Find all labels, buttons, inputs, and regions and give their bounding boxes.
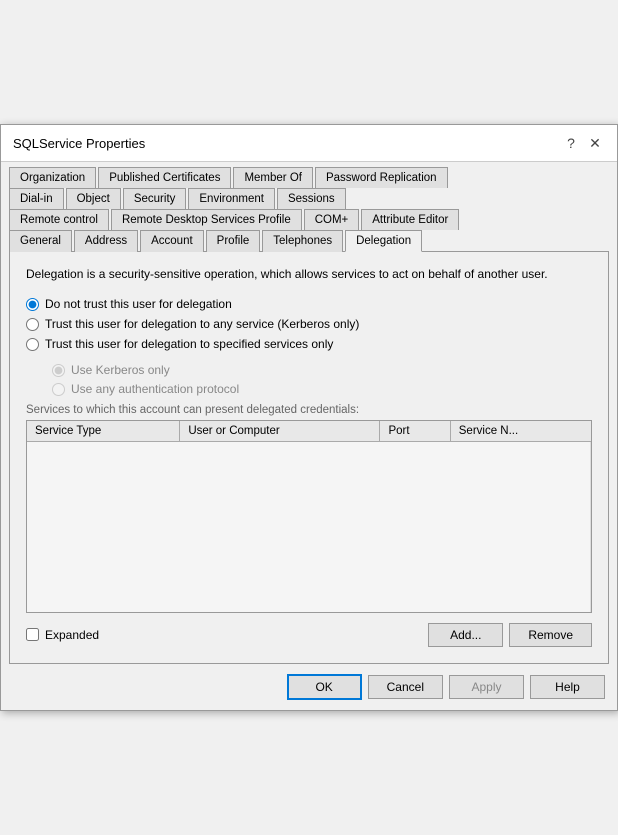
- tab-password-replication[interactable]: Password Replication: [315, 167, 448, 188]
- tab-dial-in[interactable]: Dial-in: [9, 188, 64, 209]
- tab-sessions[interactable]: Sessions: [277, 188, 346, 209]
- dialog-footer: OK Cancel Apply Help: [1, 664, 617, 710]
- radio-trust-specified-label: Trust this user for delegation to specif…: [45, 337, 333, 351]
- title-bar: SQLService Properties ? ✕: [1, 125, 617, 162]
- radio-any-auth-input[interactable]: [52, 383, 65, 396]
- table-empty-row: [27, 442, 591, 612]
- tab-row-2: Dial-in Object Security Environment Sess…: [9, 187, 609, 208]
- tab-remote-desktop[interactable]: Remote Desktop Services Profile: [111, 209, 302, 230]
- content-area: Delegation is a security-sensitive opera…: [9, 251, 609, 663]
- table-button-group: Add... Remove: [428, 623, 592, 647]
- radio-kerberos-only-label: Use Kerberos only: [71, 363, 170, 377]
- radio-any-auth[interactable]: Use any authentication protocol: [52, 382, 592, 396]
- expanded-checkbox-label[interactable]: Expanded: [26, 628, 99, 642]
- radio-kerberos-only[interactable]: Use Kerberos only: [52, 363, 592, 377]
- dialog-window: SQLService Properties ? ✕ Organization P…: [0, 124, 618, 710]
- help-footer-button[interactable]: Help: [530, 675, 605, 699]
- tab-security[interactable]: Security: [123, 188, 187, 209]
- tab-organization[interactable]: Organization: [9, 167, 96, 188]
- radio-no-trust-input[interactable]: [26, 298, 39, 311]
- tabs-area: Organization Published Certificates Memb…: [1, 162, 617, 251]
- remove-button[interactable]: Remove: [509, 623, 592, 647]
- title-bar-controls: ? ✕: [561, 133, 605, 153]
- close-button[interactable]: ✕: [585, 133, 605, 153]
- tab-row-1: Organization Published Certificates Memb…: [9, 166, 609, 187]
- apply-button[interactable]: Apply: [449, 675, 524, 699]
- radio-trust-specified[interactable]: Trust this user for delegation to specif…: [26, 337, 592, 351]
- services-table: Service Type User or Computer Port Servi…: [27, 421, 591, 612]
- services-label: Services to which this account can prese…: [26, 404, 592, 416]
- tab-environment[interactable]: Environment: [188, 188, 275, 209]
- radio-trust-any-label: Trust this user for delegation to any se…: [45, 317, 359, 331]
- radio-kerberos-only-input[interactable]: [52, 364, 65, 377]
- add-button[interactable]: Add...: [428, 623, 503, 647]
- expanded-checkbox[interactable]: [26, 628, 39, 641]
- tab-delegation[interactable]: Delegation: [345, 230, 422, 252]
- expanded-label: Expanded: [45, 628, 99, 642]
- radio-no-trust[interactable]: Do not trust this user for delegation: [26, 297, 592, 311]
- radio-trust-any-input[interactable]: [26, 318, 39, 331]
- tab-row-3: Remote control Remote Desktop Services P…: [9, 208, 609, 229]
- help-button[interactable]: ?: [561, 133, 581, 153]
- sub-radio-group: Use Kerberos only Use any authentication…: [52, 363, 592, 396]
- radio-trust-any[interactable]: Trust this user for delegation to any se…: [26, 317, 592, 331]
- tab-com[interactable]: COM+: [304, 209, 360, 230]
- tab-attribute-editor[interactable]: Attribute Editor: [361, 209, 459, 230]
- radio-no-trust-label: Do not trust this user for delegation: [45, 297, 232, 311]
- col-user-computer: User or Computer: [180, 421, 380, 442]
- tab-object[interactable]: Object: [66, 188, 121, 209]
- tab-account[interactable]: Account: [140, 230, 204, 252]
- delegation-description: Delegation is a security-sensitive opera…: [26, 266, 592, 283]
- tab-member-of[interactable]: Member Of: [233, 167, 313, 188]
- ok-button[interactable]: OK: [287, 674, 362, 700]
- col-port: Port: [380, 421, 450, 442]
- dialog-title: SQLService Properties: [13, 136, 145, 151]
- col-service-name: Service N...: [450, 421, 590, 442]
- tab-telephones[interactable]: Telephones: [262, 230, 343, 252]
- tab-published-certificates[interactable]: Published Certificates: [98, 167, 231, 188]
- bottom-controls: Expanded Add... Remove: [26, 623, 592, 647]
- tab-address[interactable]: Address: [74, 230, 138, 252]
- delegation-radio-group: Do not trust this user for delegation Tr…: [26, 297, 592, 351]
- services-table-container: Service Type User or Computer Port Servi…: [26, 420, 592, 613]
- radio-trust-specified-input[interactable]: [26, 338, 39, 351]
- tab-row-4: General Address Account Profile Telephon…: [9, 229, 609, 251]
- tab-general[interactable]: General: [9, 230, 72, 252]
- tab-remote-control[interactable]: Remote control: [9, 209, 109, 230]
- radio-any-auth-label: Use any authentication protocol: [71, 382, 239, 396]
- col-service-type: Service Type: [27, 421, 180, 442]
- tab-profile[interactable]: Profile: [206, 230, 261, 252]
- cancel-button[interactable]: Cancel: [368, 675, 443, 699]
